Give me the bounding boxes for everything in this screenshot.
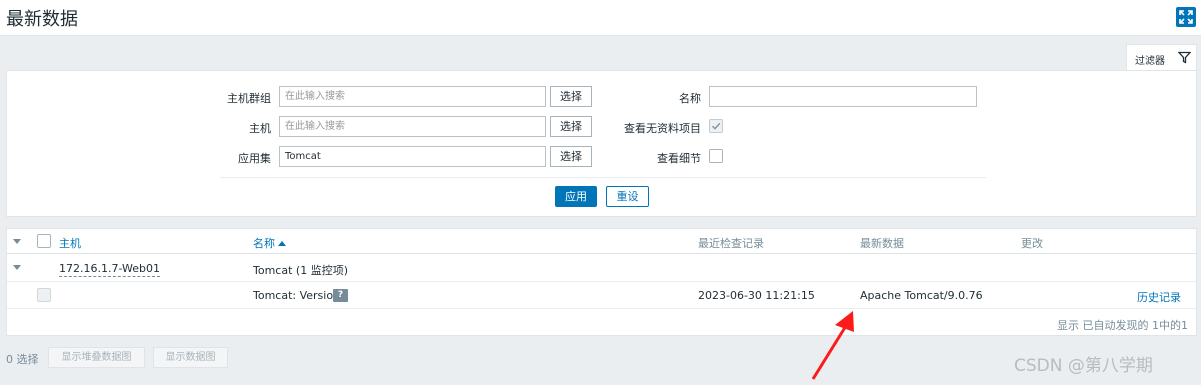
column-last-check: 最近检查记录 xyxy=(698,237,764,250)
checkmark-icon xyxy=(711,122,721,130)
selected-count: 0 选择 xyxy=(6,353,39,366)
show-without-data-label: 查看无资料项目 xyxy=(624,122,701,135)
history-link[interactable]: 历史记录 xyxy=(1137,289,1181,305)
group-app-count: (1 监控项) xyxy=(292,264,348,277)
host-groups-select-button[interactable]: 选择 xyxy=(550,86,592,107)
reset-button[interactable]: 重设 xyxy=(606,186,649,207)
application-select-button[interactable]: 选择 xyxy=(550,146,592,167)
sort-asc-icon xyxy=(278,241,286,246)
show-graph-button[interactable]: 显示数据图 xyxy=(153,347,228,368)
group-host[interactable]: 172.16.1.7-Web01 xyxy=(59,262,160,277)
hosts-input[interactable] xyxy=(279,116,546,137)
funnel-icon xyxy=(1178,51,1191,64)
column-last-value: 最新数据 xyxy=(860,237,904,250)
row-checkbox[interactable] xyxy=(37,288,51,302)
show-stacked-graph-button[interactable]: 显示堆叠数据图 xyxy=(48,347,145,368)
table-footer-count: 显示 已自动发现的 1中的1 xyxy=(1057,319,1188,332)
caret-down-icon[interactable] xyxy=(13,265,21,270)
fullscreen-icon xyxy=(1179,10,1193,24)
caret-down-icon[interactable] xyxy=(13,239,21,244)
filter-tab-label: 过滤器 xyxy=(1135,56,1165,67)
column-host[interactable]: 主机 xyxy=(59,235,81,251)
item-last-value: Apache Tomcat/9.0.76 xyxy=(860,289,983,302)
application-label: 应用集 xyxy=(238,152,271,165)
hosts-label: 主机 xyxy=(249,122,271,135)
page-header: 最新数据 xyxy=(0,0,1201,36)
question-icon[interactable]: ? xyxy=(333,289,348,302)
item-last-check: 2023-06-30 11:21:15 xyxy=(698,289,815,302)
watermark: CSDN @第八学期 xyxy=(1014,356,1153,376)
group-application: Tomcat (1 监控项) xyxy=(253,262,348,278)
table-header: 主机 名称 最近检查记录 最新数据 更改 xyxy=(7,229,1196,254)
show-details-label: 查看细节 xyxy=(657,152,701,165)
host-groups-input[interactable] xyxy=(279,86,546,107)
filter-panel: 主机群组 选择 主机 选择 应用集 选择 名称 查看无资料项目 查看细节 应用 … xyxy=(6,70,1197,217)
item-name: Tomcat: Version xyxy=(253,289,341,302)
name-label: 名称 xyxy=(679,92,701,105)
column-name-label: 名称 xyxy=(253,237,275,250)
fullscreen-button[interactable] xyxy=(1176,7,1196,27)
column-name[interactable]: 名称 xyxy=(253,235,286,251)
filter-tab[interactable]: 过滤器 xyxy=(1126,44,1197,71)
show-details-checkbox[interactable] xyxy=(709,149,723,163)
filter-divider xyxy=(220,177,986,178)
hosts-select-button[interactable]: 选择 xyxy=(550,116,592,137)
name-input[interactable] xyxy=(709,86,977,107)
group-app-name: Tomcat xyxy=(253,264,293,277)
table-row: Tomcat: Version ? 2023-06-30 11:21:15 Ap… xyxy=(7,282,1196,309)
table-group-row: 172.16.1.7-Web01 Tomcat (1 监控项) xyxy=(7,255,1196,282)
host-groups-label: 主机群组 xyxy=(227,92,271,105)
apply-button[interactable]: 应用 xyxy=(555,186,597,207)
page-title: 最新数据 xyxy=(6,9,78,30)
show-without-data-checkbox[interactable] xyxy=(709,119,723,133)
application-input[interactable] xyxy=(279,146,546,167)
latest-data-table: 主机 名称 最近检查记录 最新数据 更改 172.16.1.7-Web01 To… xyxy=(6,228,1197,336)
select-all-checkbox[interactable] xyxy=(37,234,51,248)
column-change: 更改 xyxy=(1021,237,1043,250)
